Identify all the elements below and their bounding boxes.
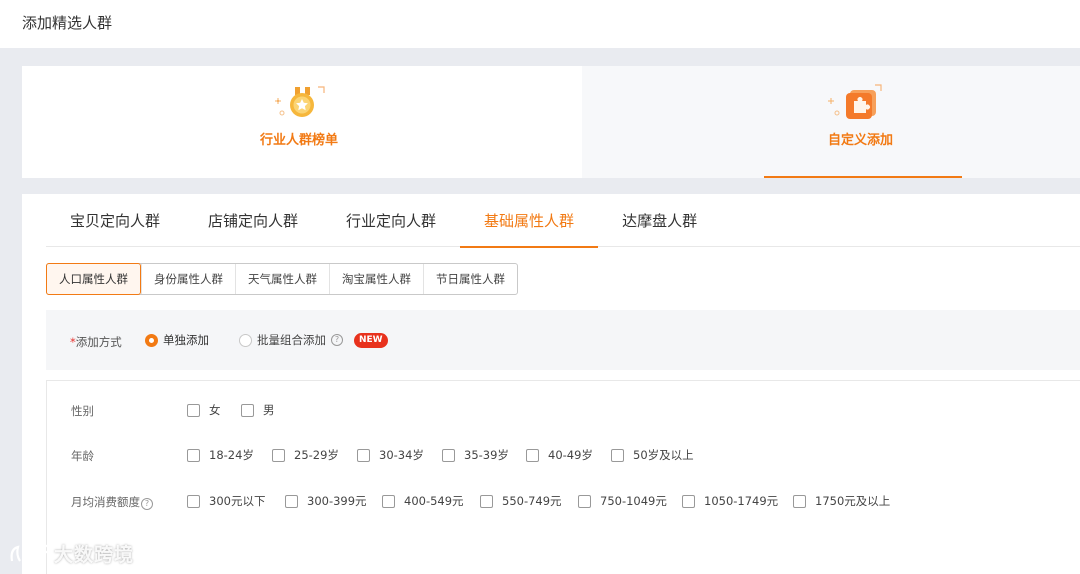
checkbox-option[interactable]: 40-49岁 [526, 447, 593, 463]
checkbox-option[interactable]: 女 [187, 402, 221, 418]
checkbox[interactable] [241, 403, 254, 417]
checkbox[interactable] [272, 448, 285, 462]
card-custom-add[interactable]: 自定义添加 [582, 66, 1080, 178]
card-label: 自定义添加 [828, 133, 894, 148]
checkbox[interactable] [442, 448, 455, 462]
attribute-subtabs: 人口属性人群 身份属性人群 天气属性人群 淘宝属性人群 节日属性人群 [46, 263, 518, 295]
medal-icon [275, 86, 325, 117]
checkbox[interactable] [578, 494, 591, 508]
question-circle-icon[interactable]: ? [331, 334, 343, 346]
checkbox[interactable] [382, 494, 395, 508]
checkbox-option[interactable]: 35-39岁 [442, 447, 509, 463]
attribute-options: 性别 女 男 年龄 18-24岁 25-29岁 30-34岁 35-39岁 40… [46, 380, 1080, 574]
option-label: 300-399元 [307, 494, 367, 508]
row-label: 性别 [71, 404, 94, 418]
attribute-row-age: 年龄 18-24岁 25-29岁 30-34岁 35-39岁 40-49岁 50… [47, 446, 1080, 466]
option-label: 400-549元 [404, 494, 464, 508]
checkbox-option[interactable]: 25-29岁 [272, 447, 339, 463]
subtab-weather[interactable]: 天气属性人群 [235, 264, 329, 294]
watermark: 大数跨境 [8, 540, 134, 567]
row-label: 年龄 [71, 449, 94, 463]
watermark-logo-icon [10, 544, 50, 562]
tab-dmp-crowd[interactable]: 达摩盘人群 [598, 194, 721, 247]
checkbox-option[interactable]: 男 [241, 402, 275, 418]
page-title: 添加精选人群 [22, 14, 113, 32]
option-label: 550-749元 [502, 494, 562, 508]
active-card-indicator [764, 176, 962, 178]
subtab-holiday[interactable]: 节日属性人群 [423, 264, 517, 294]
question-circle-icon[interactable]: ? [141, 498, 153, 510]
subtab-taobao[interactable]: 淘宝属性人群 [329, 264, 423, 294]
checkbox-option[interactable]: 1750元及以上 [793, 493, 890, 509]
checkbox[interactable] [480, 494, 493, 508]
checkbox-option[interactable]: 50岁及以上 [611, 447, 694, 463]
radio-label: 单独添加 [163, 333, 209, 347]
checkbox[interactable] [187, 448, 200, 462]
checkbox[interactable] [793, 494, 806, 508]
checkbox[interactable] [682, 494, 695, 508]
option-label: 女 [209, 403, 221, 417]
checkbox-option[interactable]: 18-24岁 [187, 447, 254, 463]
checkbox[interactable] [187, 403, 200, 417]
add-method-text: 添加方式 [75, 335, 122, 349]
option-label: 300元以下 [209, 494, 266, 508]
puzzle-icon [828, 84, 882, 119]
checkbox-option[interactable]: 30-34岁 [357, 447, 424, 463]
option-label: 750-1049元 [600, 494, 667, 508]
option-label: 1050-1749元 [704, 494, 779, 508]
tab-basic-attribute-crowd[interactable]: 基础属性人群 [460, 194, 599, 248]
option-label: 35-39岁 [464, 448, 509, 462]
tab-item-crowd[interactable]: 宝贝定向人群 [46, 194, 184, 247]
row-label: 月均消费额度? [71, 494, 153, 510]
crowd-type-tabs: 宝贝定向人群 店铺定向人群 行业定向人群 基础属性人群 达摩盘人群 [46, 194, 1080, 248]
header-bar: 添加精选人群 [0, 0, 1080, 48]
new-badge: NEW [354, 333, 388, 348]
option-label: 18-24岁 [209, 448, 254, 462]
source-cards: 行业人群榜单 自定义添加 [22, 66, 1080, 178]
checkbox[interactable] [611, 448, 624, 462]
option-label: 25-29岁 [294, 448, 339, 462]
row-label-text: 月均消费额度 [71, 495, 140, 509]
tab-industry-crowd[interactable]: 行业定向人群 [322, 194, 460, 247]
attribute-row-gender: 性别 女 男 [47, 401, 1080, 421]
radio-batch-add[interactable]: 批量组合添加 ? [239, 332, 343, 348]
radio-single-add[interactable]: 单独添加 [145, 332, 209, 348]
checkbox-option[interactable]: 1050-1749元 [682, 493, 778, 509]
checkbox[interactable] [526, 448, 539, 462]
option-label: 40-49岁 [548, 448, 593, 462]
subtab-demographic[interactable]: 人口属性人群 [46, 263, 141, 295]
add-method-label: *添加方式 [70, 334, 122, 350]
attribute-row-monthly-spend: 月均消费额度? 300元以下 300-399元 400-549元 550-749… [47, 492, 1080, 512]
tab-shop-crowd[interactable]: 店铺定向人群 [184, 194, 322, 247]
watermark-text: 大数跨境 [54, 544, 135, 566]
option-label: 50岁及以上 [633, 448, 694, 462]
card-industry-ranking[interactable]: 行业人群榜单 [22, 66, 582, 178]
checkbox[interactable] [285, 494, 298, 508]
checkbox-option[interactable]: 550-749元 [480, 493, 562, 509]
add-method-section: *添加方式 单独添加 批量组合添加 ? NEW [46, 310, 1080, 370]
option-label: 1750元及以上 [815, 494, 891, 508]
checkbox-option[interactable]: 300元以下 [187, 493, 265, 509]
crowd-panel: 宝贝定向人群 店铺定向人群 行业定向人群 基础属性人群 达摩盘人群 人口属性人群… [22, 194, 1080, 574]
radio-label: 批量组合添加 [257, 333, 326, 347]
radio-dot [145, 333, 158, 347]
radio-dot [239, 333, 252, 347]
checkbox[interactable] [187, 494, 200, 508]
option-label: 男 [263, 403, 275, 417]
checkbox-option[interactable]: 750-1049元 [578, 493, 667, 509]
card-label: 行业人群榜单 [260, 133, 339, 148]
subtab-identity[interactable]: 身份属性人群 [141, 264, 235, 294]
checkbox[interactable] [357, 448, 370, 462]
checkbox-option[interactable]: 300-399元 [285, 493, 367, 509]
option-label: 30-34岁 [379, 448, 424, 462]
checkbox-option[interactable]: 400-549元 [382, 493, 464, 509]
